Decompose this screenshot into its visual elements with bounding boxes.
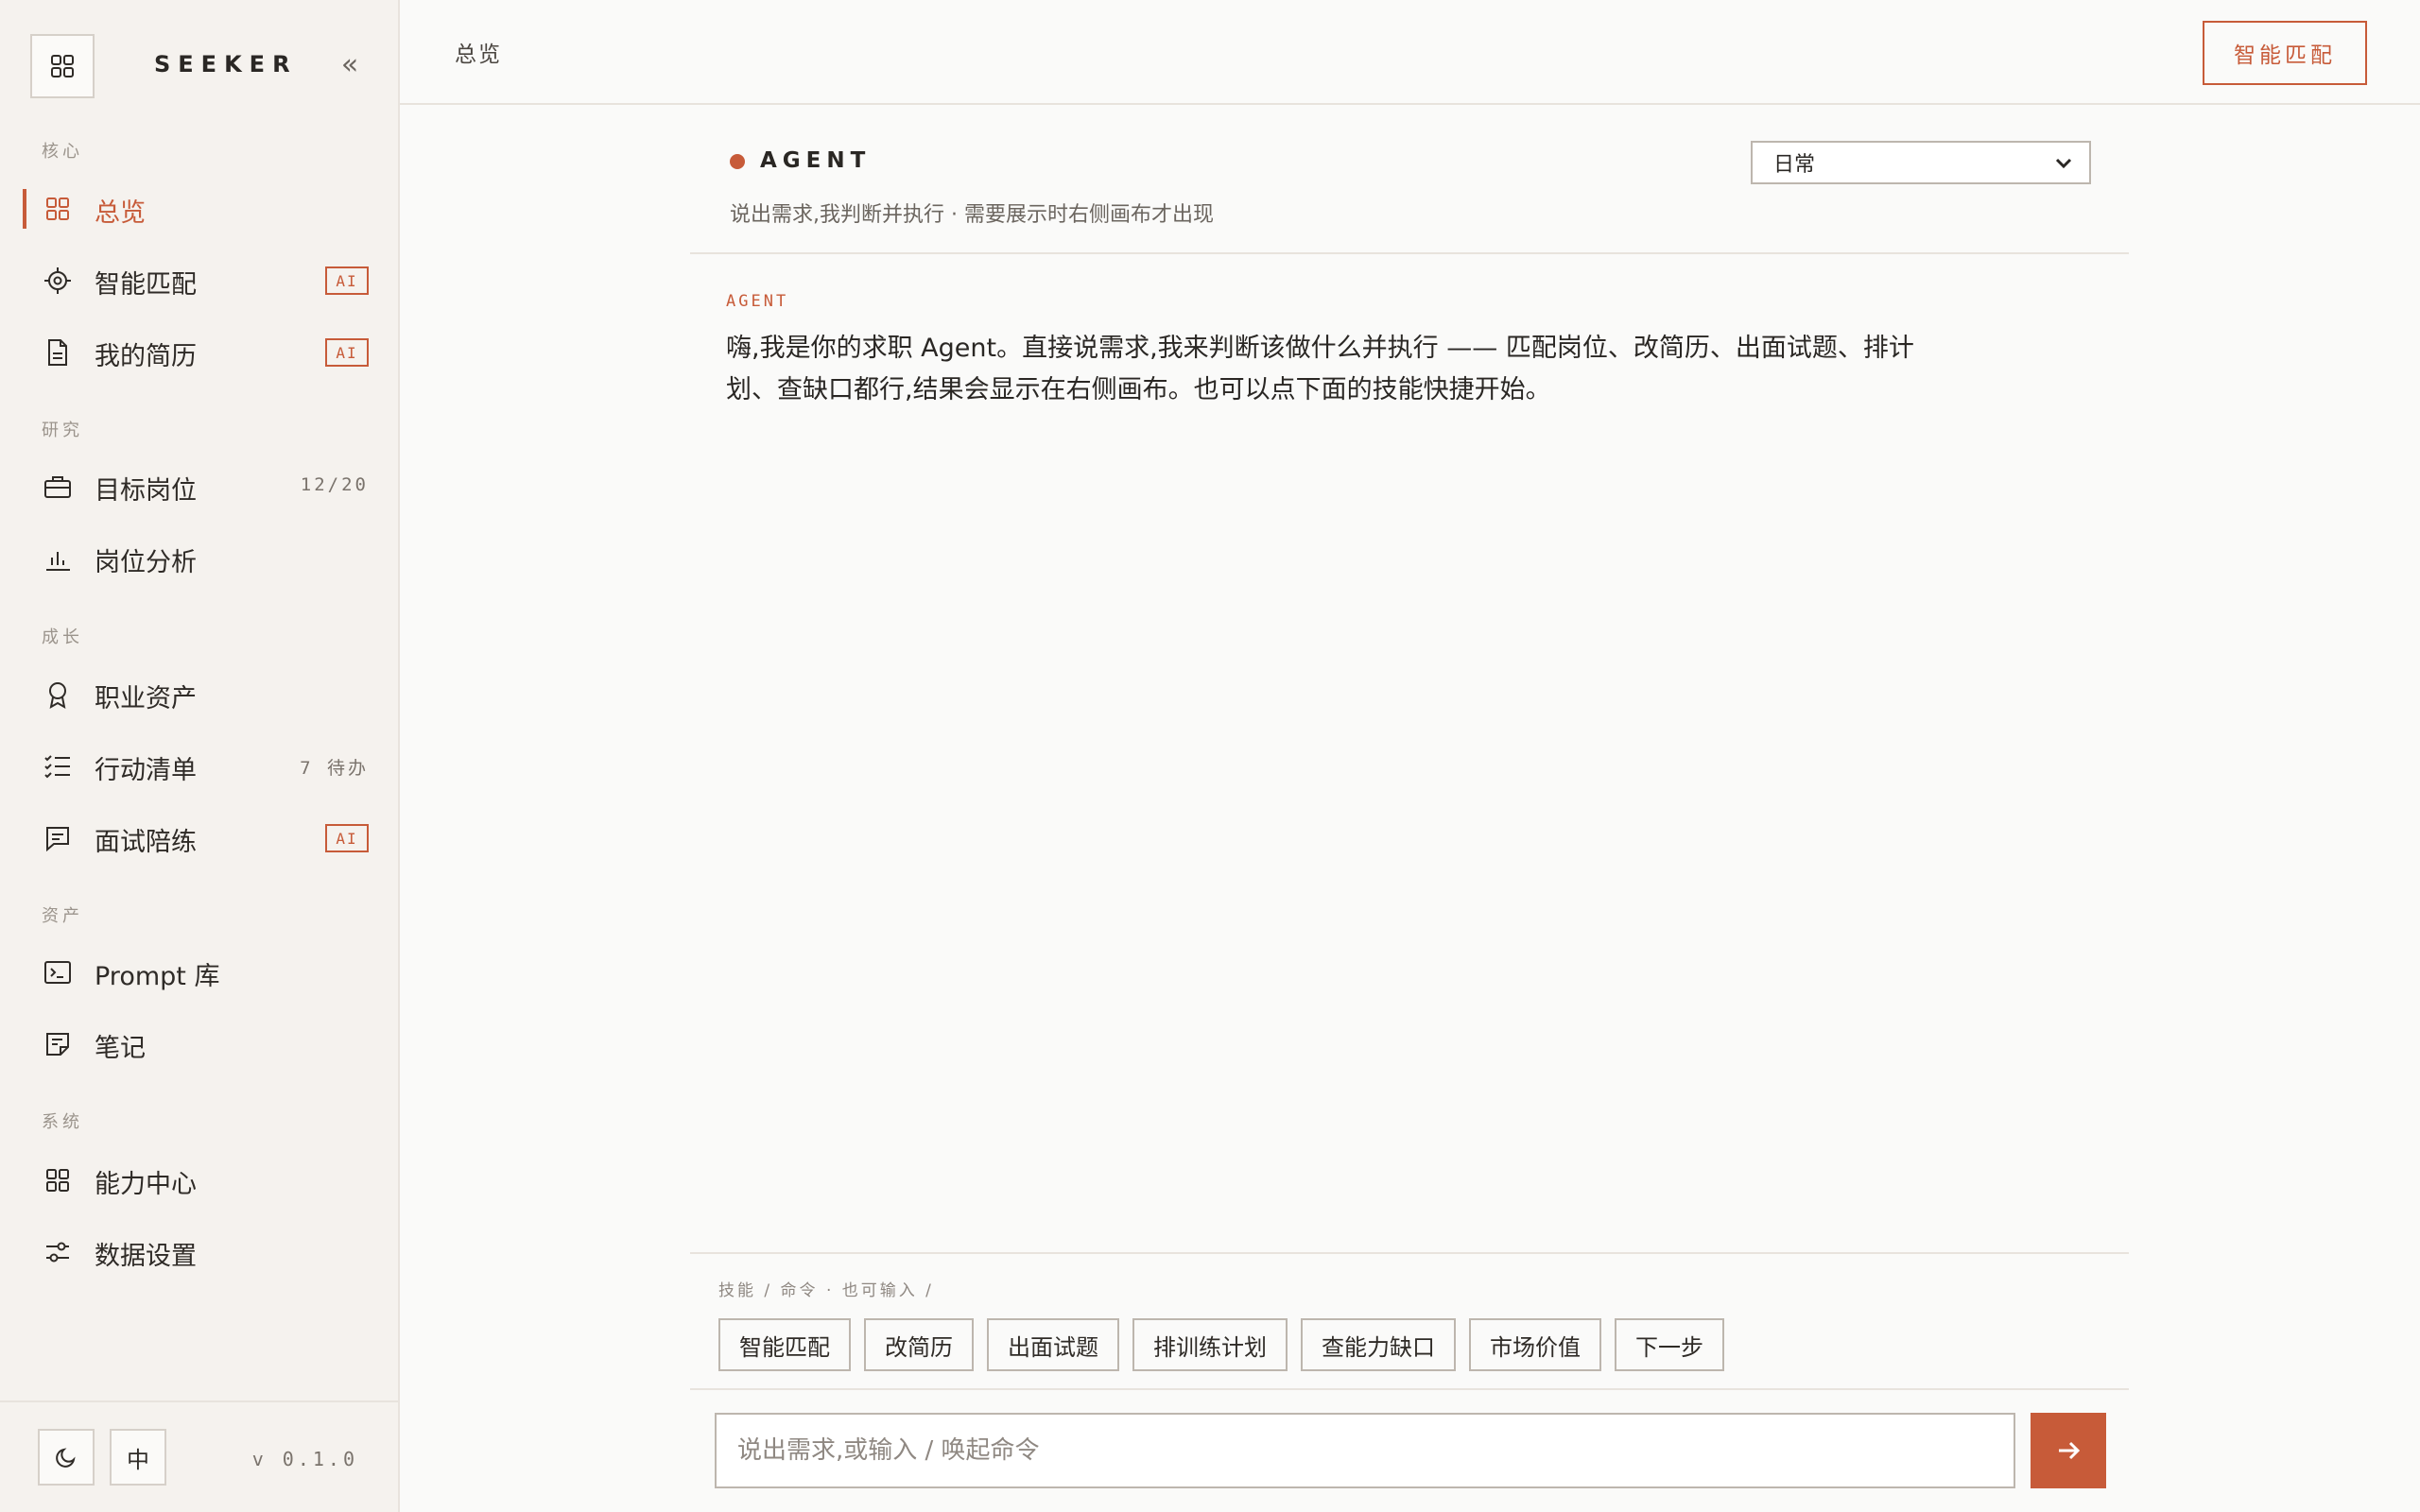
sidebar-item-my-resume[interactable]: 我的简历 AI — [23, 323, 369, 380]
sidebar-item-overview[interactable]: 总览 — [23, 180, 369, 236]
sidebar-item-career-assets[interactable]: 职业资产 — [23, 665, 369, 722]
target-icon — [43, 266, 72, 295]
sidebar-item-label: 我的简历 — [95, 342, 197, 371]
checklist-icon — [43, 752, 72, 781]
chat-icon — [43, 824, 72, 852]
sidebar-item-target-jobs[interactable]: 目标岗位 12/20 — [23, 457, 369, 514]
grid-icon — [43, 1166, 72, 1194]
skill-chip-smart-match[interactable]: 智能匹配 — [718, 1318, 851, 1371]
agent-title: AGENT — [760, 148, 872, 173]
version-label: v 0.1.0 — [251, 1448, 358, 1470]
sidebar-footer: 中 v 0.1.0 — [0, 1400, 398, 1512]
section-title-core: 核心 — [42, 142, 83, 162]
sidebar-item-job-analysis[interactable]: 岗位分析 — [23, 529, 369, 586]
section-title-growth: 成长 — [42, 627, 83, 647]
mode-select-value: 日常 — [1773, 153, 1816, 177]
agent-header: AGENT 说出需求,我判断并执行 · 需要展示时右侧画布才出现 日常 — [690, 105, 2129, 254]
section-title-research: 研究 — [42, 421, 83, 440]
sidebar-item-capability-center[interactable]: 能力中心 — [23, 1151, 369, 1208]
grid-icon — [43, 195, 72, 223]
sidebar-item-interview-practice[interactable]: 面试陪练 AI — [23, 809, 369, 866]
theme-toggle-button[interactable] — [38, 1429, 95, 1486]
sidebar-item-label: 能力中心 — [95, 1170, 197, 1199]
sidebar-header: SEEKER « — [0, 0, 398, 98]
sidebar-item-label: 职业资产 — [95, 684, 197, 713]
skill-chip-next-step[interactable]: 下一步 — [1615, 1318, 1724, 1371]
skill-chip-edit-resume[interactable]: 改简历 — [864, 1318, 974, 1371]
skill-chips: 智能匹配 改简历 出面试题 排训练计划 查能力缺口 市场价值 下一步 — [718, 1318, 1724, 1371]
top-bar: 总览 智能匹配 — [400, 0, 2420, 105]
terminal-icon — [43, 958, 72, 987]
sidebar-item-label: Prompt 库 — [95, 962, 220, 991]
command-input[interactable] — [715, 1413, 2015, 1488]
count-badge: 12/20 — [300, 474, 369, 495]
sidebar-item-data-settings[interactable]: 数据设置 — [23, 1223, 369, 1280]
award-icon — [43, 680, 72, 709]
agent-message: 嗨,我是你的求职 Agent。直接说需求,我来判断该做什么并执行 —— 匹配岗位… — [726, 334, 1914, 404]
sidebar-item-notes[interactable]: 笔记 — [23, 1015, 369, 1072]
bar-chart-icon — [43, 544, 72, 573]
sidebar-item-label: 目标岗位 — [95, 476, 197, 506]
active-indicator — [23, 189, 26, 229]
brand-name: SEEKER — [154, 51, 298, 77]
arrow-right-icon — [2059, 1441, 2081, 1460]
moon-icon — [56, 1448, 76, 1468]
collapse-sidebar-button[interactable]: « — [337, 47, 363, 81]
section-title-assets: 资产 — [42, 906, 83, 926]
skills-bar: 技能 / 命令 · 也可输入 / 智能匹配 改简历 出面试题 排训练计划 查能力… — [690, 1252, 2129, 1390]
skill-chip-skill-gap[interactable]: 查能力缺口 — [1301, 1318, 1456, 1371]
sliders-icon — [43, 1238, 72, 1266]
send-button[interactable] — [2031, 1413, 2106, 1488]
sidebar-item-label: 行动清单 — [95, 756, 197, 785]
sidebar-item-label: 总览 — [95, 198, 146, 228]
note-icon — [43, 1030, 72, 1058]
skill-chip-market-value[interactable]: 市场价值 — [1469, 1318, 1601, 1371]
agent-panel: AGENT 说出需求,我判断并执行 · 需要展示时右侧画布才出现 日常 AGEN… — [690, 105, 2129, 1512]
app-logo-button[interactable] — [30, 34, 95, 98]
sidebar-item-label: 智能匹配 — [95, 270, 197, 300]
breadcrumb: 总览 — [455, 43, 502, 67]
ai-badge: AI — [325, 266, 369, 295]
skills-label: 技能 / 命令 · 也可输入 / — [718, 1281, 934, 1300]
double-chevron-left-icon: « — [340, 47, 359, 81]
sidebar-item-label: 数据设置 — [95, 1242, 197, 1271]
chevron-down-icon — [2055, 158, 2072, 169]
message-sender-label: AGENT — [726, 292, 789, 311]
ai-badge: AI — [325, 824, 369, 852]
count-badge: 7 待办 — [300, 758, 369, 779]
sidebar-item-label: 面试陪练 — [95, 828, 197, 857]
sidebar-item-action-list[interactable]: 行动清单 7 待办 — [23, 737, 369, 794]
agent-subtitle: 说出需求,我判断并执行 · 需要展示时右侧画布才出现 — [730, 203, 1214, 227]
mode-select[interactable]: 日常 — [1751, 141, 2091, 184]
sidebar-item-label: 笔记 — [95, 1034, 146, 1063]
sidebar-item-smart-match[interactable]: 智能匹配 AI — [23, 251, 369, 308]
grid-icon — [51, 55, 74, 77]
section-title-system: 系统 — [42, 1112, 83, 1132]
sidebar-item-prompt-library[interactable]: Prompt 库 — [23, 943, 369, 1000]
document-icon — [43, 338, 72, 367]
briefcase-icon — [43, 472, 72, 501]
sidebar: SEEKER « 核心 总览 智能匹配 AI 我的简历 AI 研究 目标岗位 1… — [0, 0, 400, 1512]
language-toggle-button[interactable]: 中 — [110, 1429, 166, 1486]
sidebar-item-label: 岗位分析 — [95, 548, 197, 577]
ai-badge: AI — [325, 338, 369, 367]
smart-match-button[interactable]: 智能匹配 — [2203, 21, 2367, 85]
skill-chip-training-plan[interactable]: 排训练计划 — [1132, 1318, 1288, 1371]
skill-chip-interview-questions[interactable]: 出面试题 — [987, 1318, 1119, 1371]
status-dot — [730, 154, 745, 169]
